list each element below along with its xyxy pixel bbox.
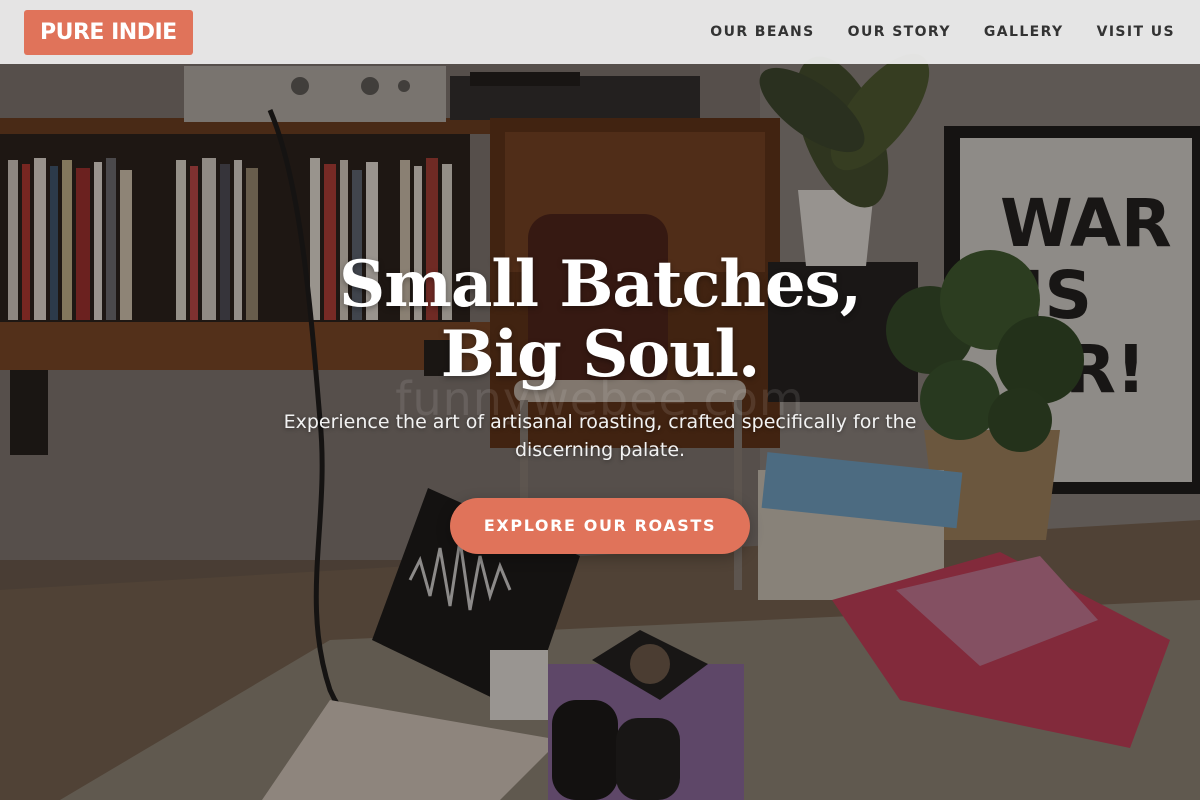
explore-roasts-button[interactable]: EXPLORE OUR ROASTS [450,498,750,554]
brand-logo[interactable]: PURE INDIE [24,9,193,55]
hero-content: Small Batches, Big Soul. Experience the … [0,250,1200,554]
hero-headline: Small Batches, Big Soul. [0,250,1200,390]
headline-line-1: Small Batches, [339,247,862,322]
nav-link-our-beans[interactable]: OUR BEANS [710,24,814,40]
nav-link-our-story[interactable]: OUR STORY [848,24,951,40]
headline-line-2: Big Soul. [440,317,760,392]
nav-link-visit-us[interactable]: VISIT US [1097,24,1175,40]
hero-subtext: Experience the art of artisanal roasting… [283,411,917,461]
top-navigation-bar: PURE INDIE OUR BEANS OUR STORY GALLERY V… [0,0,1200,64]
nav-links: OUR BEANS OUR STORY GALLERY VISIT US [710,24,1176,40]
nav-link-gallery[interactable]: GALLERY [984,24,1064,40]
